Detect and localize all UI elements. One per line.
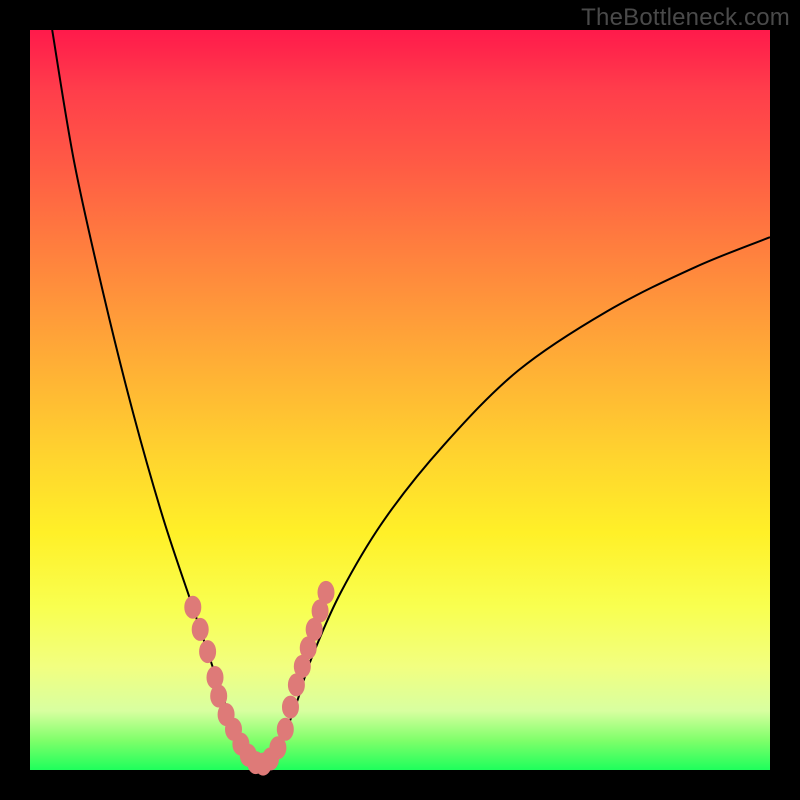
marker-point: [277, 718, 293, 740]
watermark-text: TheBottleneck.com: [581, 4, 790, 32]
marker-point: [185, 596, 201, 618]
chart-overlay-svg: [30, 30, 770, 770]
bottleneck-curve: [52, 30, 770, 764]
marker-point: [318, 581, 334, 603]
marker-point: [282, 696, 298, 718]
chart-stage: TheBottleneck.com: [0, 0, 800, 800]
marker-point: [192, 618, 208, 640]
highlight-markers: [185, 581, 334, 775]
plot-area: [30, 30, 770, 770]
marker-point: [200, 641, 216, 663]
